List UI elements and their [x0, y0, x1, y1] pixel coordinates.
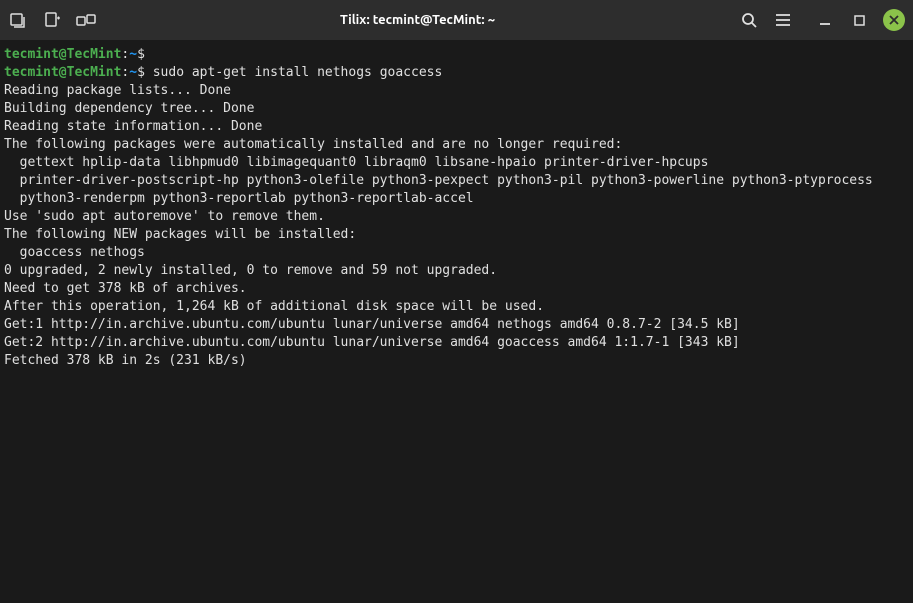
new-session-icon[interactable] [8, 10, 28, 30]
output-line: Use 'sudo apt autoremove' to remove them… [4, 209, 325, 224]
maximize-button[interactable] [849, 10, 869, 30]
output-line: gettext hplip-data libhpmud0 libimagequa… [4, 155, 708, 170]
menu-icon[interactable] [773, 10, 793, 30]
terminal-window: Tilix: tecmint@TecMint: ~ [0, 0, 913, 603]
prompt-path: ~ [129, 65, 137, 80]
output-line: Get:2 http://in.archive.ubuntu.com/ubunt… [4, 335, 740, 350]
prompt-symbol: $ [137, 47, 145, 62]
titlebar-left [8, 10, 96, 30]
prompt-line: tecmint@TecMint:~$ sudo apt-get install … [4, 65, 442, 80]
output-line: 0 upgraded, 2 newly installed, 0 to remo… [4, 263, 497, 278]
sync-input-icon[interactable] [76, 10, 96, 30]
minimize-button[interactable] [815, 10, 835, 30]
output-line: python3-renderpm python3-reportlab pytho… [4, 191, 474, 206]
terminal-body[interactable]: tecmint@TecMint:~$ tecmint@TecMint:~$ su… [0, 40, 913, 603]
output-line: After this operation, 1,264 kB of additi… [4, 299, 544, 314]
window-title: Tilix: tecmint@TecMint: ~ [96, 13, 739, 27]
window-controls [815, 9, 905, 31]
new-terminal-icon[interactable] [42, 10, 62, 30]
output-line: goaccess nethogs [4, 245, 145, 260]
output-line: printer-driver-postscript-hp python3-ole… [4, 173, 873, 188]
output-line: Get:1 http://in.archive.ubuntu.com/ubunt… [4, 317, 740, 332]
prompt-symbol: $ [137, 65, 145, 80]
command-text: sudo apt-get install nethogs goaccess [145, 65, 442, 80]
output-line: Reading state information... Done [4, 119, 262, 134]
output-line: Building dependency tree... Done [4, 101, 254, 116]
titlebar-right [739, 9, 905, 31]
titlebar[interactable]: Tilix: tecmint@TecMint: ~ [0, 0, 913, 40]
output-line: Reading package lists... Done [4, 83, 231, 98]
output-line: The following NEW packages will be insta… [4, 227, 356, 242]
output-line: Need to get 378 kB of archives. [4, 281, 247, 296]
output-line: Fetched 378 kB in 2s (231 kB/s) [4, 353, 247, 368]
prompt-line: tecmint@TecMint:~$ [4, 47, 145, 62]
prompt-user-host: tecmint@TecMint [4, 47, 121, 62]
close-button[interactable] [883, 9, 905, 31]
output-line: The following packages were automaticall… [4, 137, 622, 152]
prompt-path: ~ [129, 47, 137, 62]
prompt-user-host: tecmint@TecMint [4, 65, 121, 80]
search-icon[interactable] [739, 10, 759, 30]
